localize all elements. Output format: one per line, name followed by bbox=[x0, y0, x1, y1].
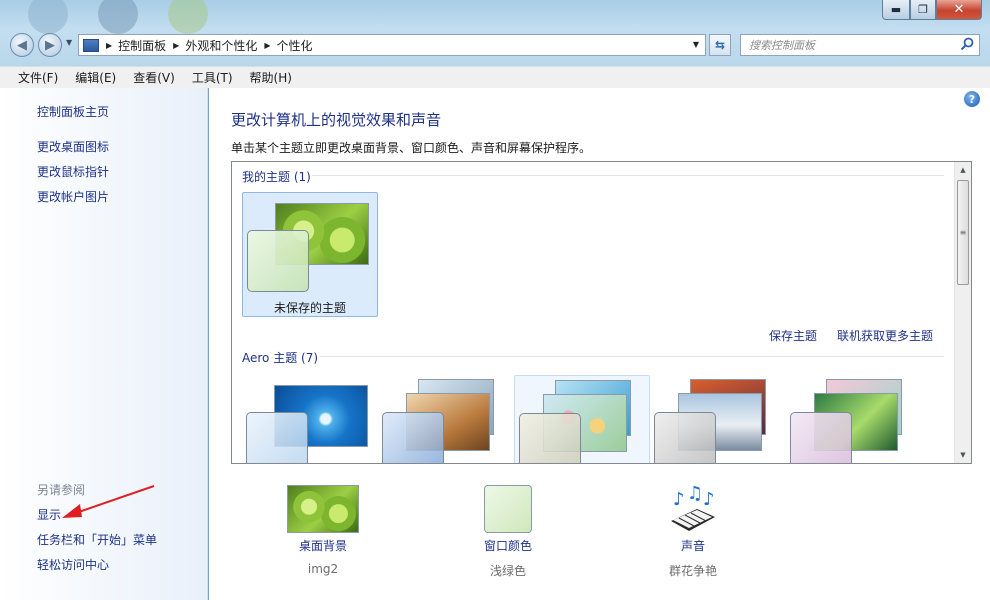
theme-tile-characters[interactable] bbox=[514, 375, 650, 463]
aero-themes-heading[interactable]: Aero 主题 (7) bbox=[242, 349, 318, 366]
section-divider bbox=[320, 356, 944, 357]
window-color-swatch[interactable] bbox=[484, 485, 532, 533]
theme-tile-unsaved[interactable]: 未保存的主题 bbox=[242, 192, 378, 317]
refresh-button[interactable]: ⇆ bbox=[709, 34, 731, 56]
page-description: 单击某个主题立即更改桌面背景、窗口颜色、声音和屏幕保护程序。 bbox=[231, 141, 592, 155]
menu-help[interactable]: 帮助(H) bbox=[246, 69, 296, 86]
svg-text:♪: ♪ bbox=[673, 489, 685, 510]
theme-tile-architecture[interactable] bbox=[378, 375, 514, 463]
recent-pages-chevron-down-icon[interactable]: ▼ bbox=[66, 38, 72, 47]
breadcrumb-control-panel[interactable]: 控制面板 bbox=[118, 37, 166, 54]
annotation-arrow-icon bbox=[62, 485, 155, 518]
menu-view[interactable]: 查看(V) bbox=[129, 69, 179, 86]
breadcrumb-separator-icon[interactable]: ▶ bbox=[264, 41, 270, 50]
breadcrumb-personalization[interactable]: 个性化 bbox=[277, 37, 313, 54]
theme-label: 未保存的主题 bbox=[273, 301, 346, 315]
my-themes-heading[interactable]: 我的主题 (1) bbox=[242, 168, 311, 185]
task-pane: 控制面板主页 更改桌面图标 更改鼠标指针 更改帐户图片 另请参阅 显示 任务栏和… bbox=[0, 88, 208, 600]
back-icon: ◀ bbox=[17, 37, 27, 53]
address-bar[interactable]: ▶ 控制面板 ▶ 外观和个性化 ▶ 个性化 ▼ bbox=[78, 34, 706, 56]
taskbar-start-menu-link[interactable]: 任务栏和「开始」菜单 bbox=[37, 531, 157, 548]
desktop-background-thumbnail[interactable] bbox=[287, 485, 359, 533]
desktop-background-setting[interactable]: 桌面背景 img2 bbox=[263, 485, 383, 576]
forward-button[interactable]: ▶ bbox=[38, 33, 62, 57]
scroll-up-chevron-up-icon[interactable]: ▲ bbox=[955, 162, 971, 178]
desktop-background-label[interactable]: 桌面背景 bbox=[263, 537, 383, 554]
change-desktop-icons-link[interactable]: 更改桌面图标 bbox=[37, 138, 109, 155]
section-divider bbox=[312, 175, 944, 176]
breadcrumb-appearance[interactable]: 外观和个性化 bbox=[185, 37, 257, 54]
change-mouse-pointers-link[interactable]: 更改鼠标指针 bbox=[37, 163, 109, 180]
ease-of-access-link[interactable]: 轻松访问中心 bbox=[37, 556, 109, 573]
desktop-background-value: img2 bbox=[307, 562, 339, 576]
control-panel-icon bbox=[83, 38, 99, 52]
page-title: 更改计算机上的视觉效果和声音 bbox=[231, 111, 442, 129]
window-color-label[interactable]: 窗口颜色 bbox=[448, 537, 568, 554]
minimize-button[interactable]: ▬ bbox=[882, 0, 910, 20]
get-more-themes-online-link[interactable]: 联机获取更多主题 bbox=[837, 327, 933, 344]
theme-tile-nature[interactable] bbox=[786, 375, 922, 463]
titlebar-decoration bbox=[28, 0, 248, 34]
refresh-icon: ⇆ bbox=[714, 38, 726, 52]
menu-edit[interactable]: 编辑(E) bbox=[71, 69, 120, 86]
breadcrumb-separator-icon[interactable]: ▶ bbox=[173, 41, 179, 50]
change-account-picture-link[interactable]: 更改帐户图片 bbox=[37, 188, 109, 205]
breadcrumb-separator-icon[interactable]: ▶ bbox=[106, 41, 112, 50]
forward-icon: ▶ bbox=[45, 37, 55, 53]
address-dropdown-chevron-down-icon[interactable]: ▼ bbox=[693, 40, 699, 49]
display-link[interactable]: 显示 bbox=[37, 506, 61, 523]
theme-window-color-preview bbox=[246, 412, 308, 463]
svg-text:♫: ♫ bbox=[687, 485, 703, 504]
theme-list[interactable]: 我的主题 (1) 未保存的主题 保存主题 联机获取更多主题 Aero 主题 (7… bbox=[231, 161, 972, 464]
theme-window-color-preview bbox=[654, 412, 716, 463]
theme-tile-windows7[interactable] bbox=[242, 375, 378, 463]
window-color-setting[interactable]: 窗口颜色 浅绿色 bbox=[448, 485, 568, 579]
control-panel-home-link[interactable]: 控制面板主页 bbox=[37, 103, 109, 120]
main-content: ? 更改计算机上的视觉效果和声音 单击某个主题立即更改桌面背景、窗口颜色、声音和… bbox=[209, 88, 990, 600]
sounds-value: 群花争艳 bbox=[668, 564, 717, 578]
music-keyboard-icon[interactable]: ♪ ♫ ♪ bbox=[667, 485, 719, 533]
search-icon[interactable] bbox=[960, 37, 974, 51]
sounds-setting[interactable]: ♪ ♫ ♪ 声音 群花争艳 bbox=[633, 485, 753, 579]
window-color-value: 浅绿色 bbox=[489, 564, 526, 578]
theme-window-color-preview bbox=[247, 230, 309, 292]
theme-window-color-preview bbox=[790, 412, 852, 463]
search-input[interactable] bbox=[741, 35, 951, 55]
save-theme-link[interactable]: 保存主题 bbox=[769, 327, 817, 344]
maximize-button[interactable]: ❐ bbox=[910, 0, 936, 20]
scroll-down-chevron-down-icon[interactable]: ▼ bbox=[955, 447, 971, 463]
theme-tile-landscapes[interactable] bbox=[650, 375, 786, 463]
help-icon[interactable]: ? bbox=[964, 91, 980, 107]
close-button[interactable]: ✕ bbox=[936, 0, 982, 20]
theme-list-scrollbar[interactable]: ▲ ≡ ▼ bbox=[954, 162, 971, 463]
menu-tools[interactable]: 工具(T) bbox=[188, 69, 237, 86]
window-titlebar: ▬ ❐ ✕ ◀ ▶ ▼ ▶ 控制面板 ▶ 外观和个性化 ▶ 个性化 ▼ ⇆ bbox=[0, 0, 990, 66]
back-button[interactable]: ◀ bbox=[10, 33, 34, 57]
sounds-label[interactable]: 声音 bbox=[633, 537, 753, 554]
scroll-thumb[interactable]: ≡ bbox=[957, 180, 969, 285]
theme-window-color-preview bbox=[382, 412, 444, 463]
svg-text:♪: ♪ bbox=[703, 489, 715, 510]
window-controls: ▬ ❐ ✕ bbox=[882, 0, 982, 20]
search-box[interactable] bbox=[740, 34, 980, 56]
theme-window-color-preview bbox=[519, 413, 581, 463]
menu-bar: 文件(F) 编辑(E) 查看(V) 工具(T) 帮助(H) bbox=[0, 66, 990, 88]
menu-file[interactable]: 文件(F) bbox=[14, 69, 62, 86]
